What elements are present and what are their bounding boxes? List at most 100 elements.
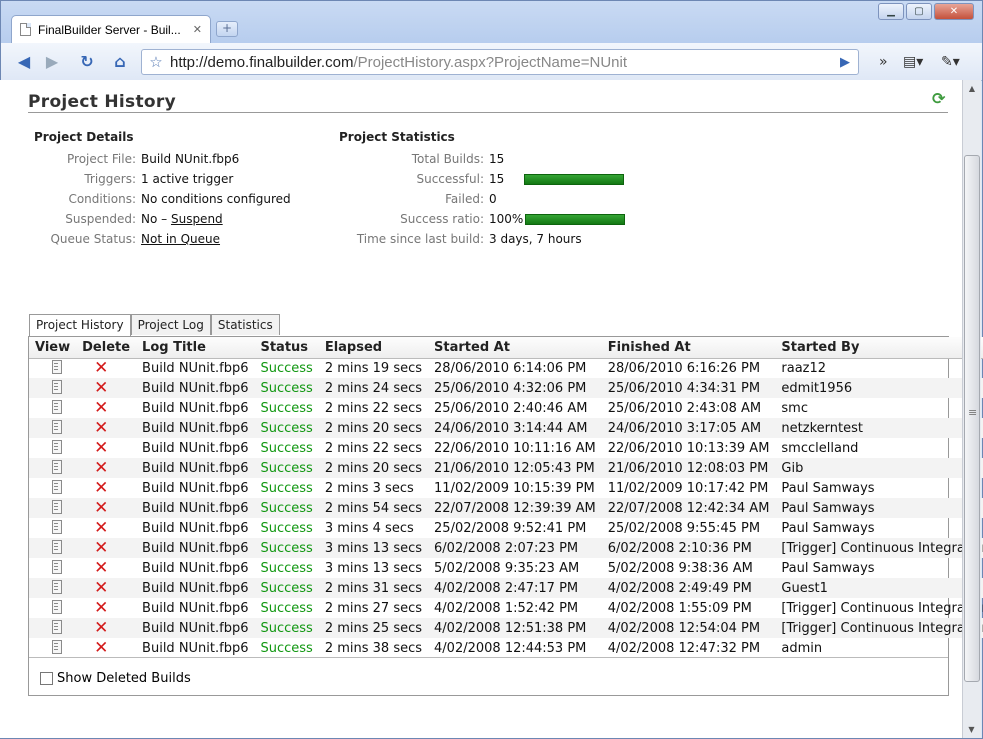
- delete-icon[interactable]: ✕: [94, 419, 108, 437]
- close-tab-icon[interactable]: ✕: [193, 23, 202, 36]
- home-icon[interactable]: ⌂: [109, 52, 131, 72]
- view-log-icon[interactable]: [49, 359, 62, 375]
- delete-icon[interactable]: ✕: [94, 619, 108, 637]
- delete-icon[interactable]: ✕: [94, 359, 108, 377]
- address-bar[interactable]: ☆ http://demo.finalbuilder.com/ProjectHi…: [141, 49, 859, 75]
- delete-icon[interactable]: ✕: [94, 439, 108, 457]
- title-bar: FinalBuilder Server - Buil... ✕ + ▁ ▢ ✕: [1, 1, 982, 43]
- table-row: ✕ Build NUnit.fbp6 Success 2 mins 22 secs 22…: [29, 438, 983, 458]
- show-deleted-checkbox[interactable]: [40, 672, 53, 685]
- view-log-icon[interactable]: [49, 539, 62, 554]
- tab-project-history[interactable]: Project History: [29, 314, 131, 336]
- back-icon[interactable]: ◀: [13, 52, 35, 72]
- vertical-scrollbar[interactable]: ▲ ▼: [962, 80, 981, 738]
- build-history-table: View Delete Log Title Status Elapsed Sta…: [29, 337, 983, 658]
- log-title-cell: Build NUnit.fbp6: [142, 640, 249, 656]
- table-row: ✕ Build NUnit.fbp6 Success 2 mins 31 secs 4/…: [29, 578, 983, 598]
- page-icon: [20, 23, 31, 36]
- table-row: ✕ Build NUnit.fbp6 Success 2 mins 38 secs 4/…: [29, 638, 983, 658]
- suspend-link[interactable]: Suspend: [171, 212, 223, 226]
- title-divider: [28, 112, 948, 113]
- delete-icon[interactable]: ✕: [94, 579, 108, 597]
- bookmark-star-icon[interactable]: ☆: [142, 53, 170, 71]
- scroll-down-icon[interactable]: ▼: [963, 721, 980, 738]
- started-by-cell: [Trigger] Continuous Integration: [781, 600, 983, 616]
- started-by-cell: [Trigger] Continuous Integration: [775, 618, 983, 638]
- table-header-row: View Delete Log Title Status Elapsed Sta…: [29, 337, 983, 359]
- browser-tab[interactable]: FinalBuilder Server - Buil... ✕: [11, 15, 211, 43]
- view-log-icon[interactable]: [49, 479, 62, 494]
- successful-row: Successful: 15: [339, 169, 625, 189]
- finished-at-cell: 22/06/2010 10:13:39 AM: [607, 440, 770, 456]
- status-cell: Success: [254, 538, 319, 558]
- log-title-cell: Build NUnit.fbp6: [142, 360, 249, 376]
- view-log-icon[interactable]: [49, 559, 62, 574]
- queue-status-link[interactable]: Not in Queue: [141, 232, 220, 246]
- status-cell: Success: [260, 400, 313, 416]
- scroll-thumb[interactable]: [964, 155, 980, 682]
- log-title-cell: Build NUnit.fbp6: [136, 458, 255, 478]
- finished-at-cell: 4/02/2008 12:47:32 PM: [607, 640, 761, 656]
- status-cell: Success: [254, 378, 319, 398]
- view-log-icon[interactable]: [49, 599, 62, 614]
- status-cell: Success: [260, 560, 313, 576]
- delete-icon[interactable]: ✕: [94, 539, 108, 557]
- tab-statistics[interactable]: Statistics: [210, 314, 280, 335]
- table-row: ✕ Build NUnit.fbp6 Success 2 mins 22 secs 25…: [29, 398, 983, 418]
- view-log-icon[interactable]: [49, 399, 62, 414]
- wrench-menu-icon[interactable]: ✎▾: [941, 52, 960, 72]
- table-row: ✕ Build NUnit.fbp6 Success 2 mins 3 secs 11/…: [29, 478, 983, 498]
- elapsed-cell: 2 mins 25 secs: [318, 618, 429, 638]
- delete-icon[interactable]: ✕: [94, 499, 108, 517]
- successful-value: 15: [489, 172, 505, 186]
- view-log-icon[interactable]: [49, 519, 62, 534]
- status-cell: Success: [254, 578, 319, 598]
- view-log-icon[interactable]: [49, 499, 62, 514]
- view-log-icon[interactable]: [49, 379, 62, 394]
- success-ratio-row: Success ratio: 100%: [339, 209, 626, 229]
- view-log-icon[interactable]: [49, 639, 62, 654]
- page-menu-icon[interactable]: ▤▾: [903, 52, 923, 72]
- queue-status-row: Queue Status: Not in Queue: [50, 232, 221, 246]
- suspended-row: Suspended: No – Suspend: [65, 212, 223, 226]
- table-row: ✕ Build NUnit.fbp6 Success 2 mins 27 secs 4/…: [29, 598, 983, 618]
- scroll-up-icon[interactable]: ▲: [963, 80, 981, 97]
- delete-icon[interactable]: ✕: [94, 639, 108, 657]
- delete-icon[interactable]: ✕: [94, 399, 108, 417]
- show-deleted-builds[interactable]: Show Deleted Builds: [40, 671, 191, 686]
- table-row: ✕ Build NUnit.fbp6 Success 3 mins 13 secs 5/…: [29, 558, 983, 578]
- log-title-cell: Build NUnit.fbp6: [136, 578, 255, 598]
- view-log-icon[interactable]: [49, 459, 62, 474]
- delete-icon[interactable]: ✕: [94, 479, 108, 497]
- go-icon[interactable]: ▶: [832, 55, 858, 70]
- tab-project-log[interactable]: Project Log: [130, 314, 211, 335]
- delete-icon[interactable]: ✕: [94, 599, 108, 617]
- view-log-icon[interactable]: [49, 619, 62, 634]
- forward-icon[interactable]: ▶: [41, 52, 63, 72]
- page-title: Project History: [28, 92, 176, 112]
- view-log-icon[interactable]: [49, 579, 62, 594]
- maximize-button[interactable]: ▢: [906, 3, 932, 20]
- finished-at-cell: 22/07/2008 12:42:34 AM: [601, 498, 776, 518]
- started-by-cell: netzkerntest: [775, 418, 983, 438]
- table-row: ✕ Build NUnit.fbp6 Success 3 mins 13 secs 6/…: [29, 538, 983, 558]
- view-log-icon[interactable]: [49, 419, 62, 434]
- view-log-icon[interactable]: [49, 439, 62, 454]
- delete-icon[interactable]: ✕: [94, 559, 108, 577]
- started-by-cell: raaz12: [781, 360, 827, 376]
- page-tabs: Project History Project Log Statistics: [29, 314, 280, 336]
- reload-icon[interactable]: ↻: [76, 52, 98, 72]
- col-status: Status: [254, 337, 319, 359]
- started-at-cell: 21/06/2010 12:05:43 PM: [428, 458, 602, 478]
- delete-icon[interactable]: ✕: [94, 519, 108, 537]
- delete-icon[interactable]: ✕: [94, 459, 108, 477]
- project-file-value: Build NUnit.fbp6: [141, 152, 240, 166]
- status-cell: Success: [260, 440, 313, 456]
- close-window-button[interactable]: ✕: [934, 3, 974, 20]
- elapsed-cell: 2 mins 54 secs: [318, 498, 429, 518]
- minimize-button[interactable]: ▁: [878, 3, 904, 20]
- delete-icon[interactable]: ✕: [94, 379, 108, 397]
- more-bookmarks-icon[interactable]: »: [879, 52, 888, 72]
- new-tab-button[interactable]: +: [216, 21, 238, 37]
- refresh-icon[interactable]: ⟳: [932, 89, 945, 108]
